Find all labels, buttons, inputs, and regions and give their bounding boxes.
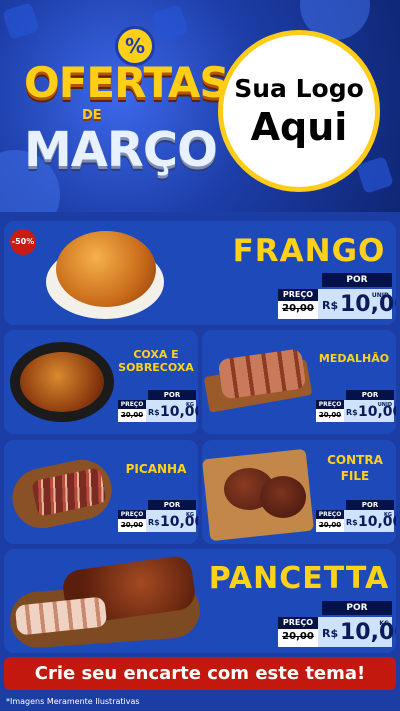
old-price: 20,00 — [318, 411, 342, 419]
product-name: MEDALHÃO — [318, 352, 390, 365]
por-label: POR — [346, 390, 394, 400]
campaign-title-badge: % OFERTAS DE MARÇO — [24, 14, 230, 204]
product-card-frango[interactable]: -50% FRANGO POR PREÇO 20,00 R$ 10,00 UNI… — [4, 221, 396, 325]
product-name: PICANHA — [125, 462, 187, 476]
currency: R$ — [148, 408, 160, 417]
product-name: CONTRA FILE — [327, 453, 383, 483]
steak-image — [260, 476, 306, 518]
unit-label: KG — [384, 512, 392, 518]
preco-label: PREÇO — [278, 617, 318, 629]
logo-placeholder[interactable]: Sua Logo Aqui — [218, 30, 380, 192]
currency: R$ — [322, 627, 339, 640]
old-price: 20,00 — [120, 411, 144, 419]
footer-disclaimer: *Imagens Meramente Ilustrativas — [6, 697, 140, 706]
por-label: POR — [148, 500, 196, 510]
currency: R$ — [148, 518, 160, 527]
unit-label: KG — [186, 402, 194, 408]
preco-label: PREÇO — [118, 510, 146, 519]
product-name: FRANGO — [232, 233, 386, 269]
currency: R$ — [346, 518, 358, 527]
logo-line-1: Sua Logo — [234, 74, 364, 103]
product-card-pancetta[interactable]: PANCETTA POR PREÇO 20,00 R$ 10,00 KG — [4, 549, 396, 653]
title-de: DE — [82, 108, 102, 123]
por-label: POR — [322, 273, 392, 287]
chicken-thigh-image — [20, 352, 104, 412]
old-price: 20,00 — [120, 521, 144, 529]
logo-line-2: Aqui — [250, 105, 348, 149]
preco-label: PREÇO — [316, 510, 344, 519]
product-card-coxa[interactable]: COXA E SOBRECOXA POR PREÇO 20,00 R$ 10,0… — [4, 330, 198, 434]
roast-chicken-image — [56, 231, 156, 307]
preco-label: PREÇO — [118, 400, 146, 409]
product-card-medalhao[interactable]: MEDALHÃO POR PREÇO 20,00 R$ 10,00 UNID — [202, 330, 396, 434]
currency: R$ — [322, 299, 339, 312]
price-tag: POR PREÇO 20,00 R$ 10,00 KG — [118, 390, 198, 422]
product-card-contra-file[interactable]: CONTRA FILE POR PREÇO 20,00 R$ 10,00 KG — [202, 440, 396, 544]
currency: R$ — [346, 408, 358, 417]
por-label: POR — [148, 390, 196, 400]
price-tag: POR PREÇO 20,00 R$ 10,00 KG — [118, 500, 198, 532]
unit-label: UNID — [371, 292, 389, 299]
por-label: POR — [322, 601, 392, 615]
product-name: COXA E SOBRECOXA — [118, 348, 194, 374]
product-name: PANCETTA — [208, 561, 390, 596]
old-price: 20,00 — [282, 303, 314, 314]
price-tag: POR PREÇO 20,00 R$ 10,00 UNID — [316, 390, 396, 422]
unit-label: UNID — [377, 402, 392, 408]
discount-badge: -50% — [10, 229, 36, 255]
title-ofertas: OFERTAS — [24, 58, 230, 107]
preco-label: PREÇO — [278, 289, 318, 301]
por-label: POR — [346, 500, 394, 510]
old-price: 20,00 — [318, 521, 342, 529]
preco-label: PREÇO — [316, 400, 344, 409]
header-banner: % OFERTAS DE MARÇO Sua Logo Aqui — [0, 0, 400, 212]
old-price: 20,00 — [282, 631, 314, 642]
price-tag: POR PREÇO 20,00 R$ 10,00 KG — [278, 601, 396, 647]
title-marco: MARÇO — [24, 122, 218, 178]
unit-label: KG — [379, 620, 389, 627]
price-tag: POR PREÇO 20,00 R$ 10,00 KG — [316, 500, 396, 532]
unit-label: KG — [186, 512, 194, 518]
price-tag: POR PREÇO 20,00 R$ 10,00 UNID — [278, 273, 396, 319]
product-card-picanha[interactable]: PICANHA POR PREÇO 20,00 R$ 10,00 KG — [4, 440, 198, 544]
create-flyer-button[interactable]: Crie seu encarte com este tema! — [4, 657, 396, 690]
